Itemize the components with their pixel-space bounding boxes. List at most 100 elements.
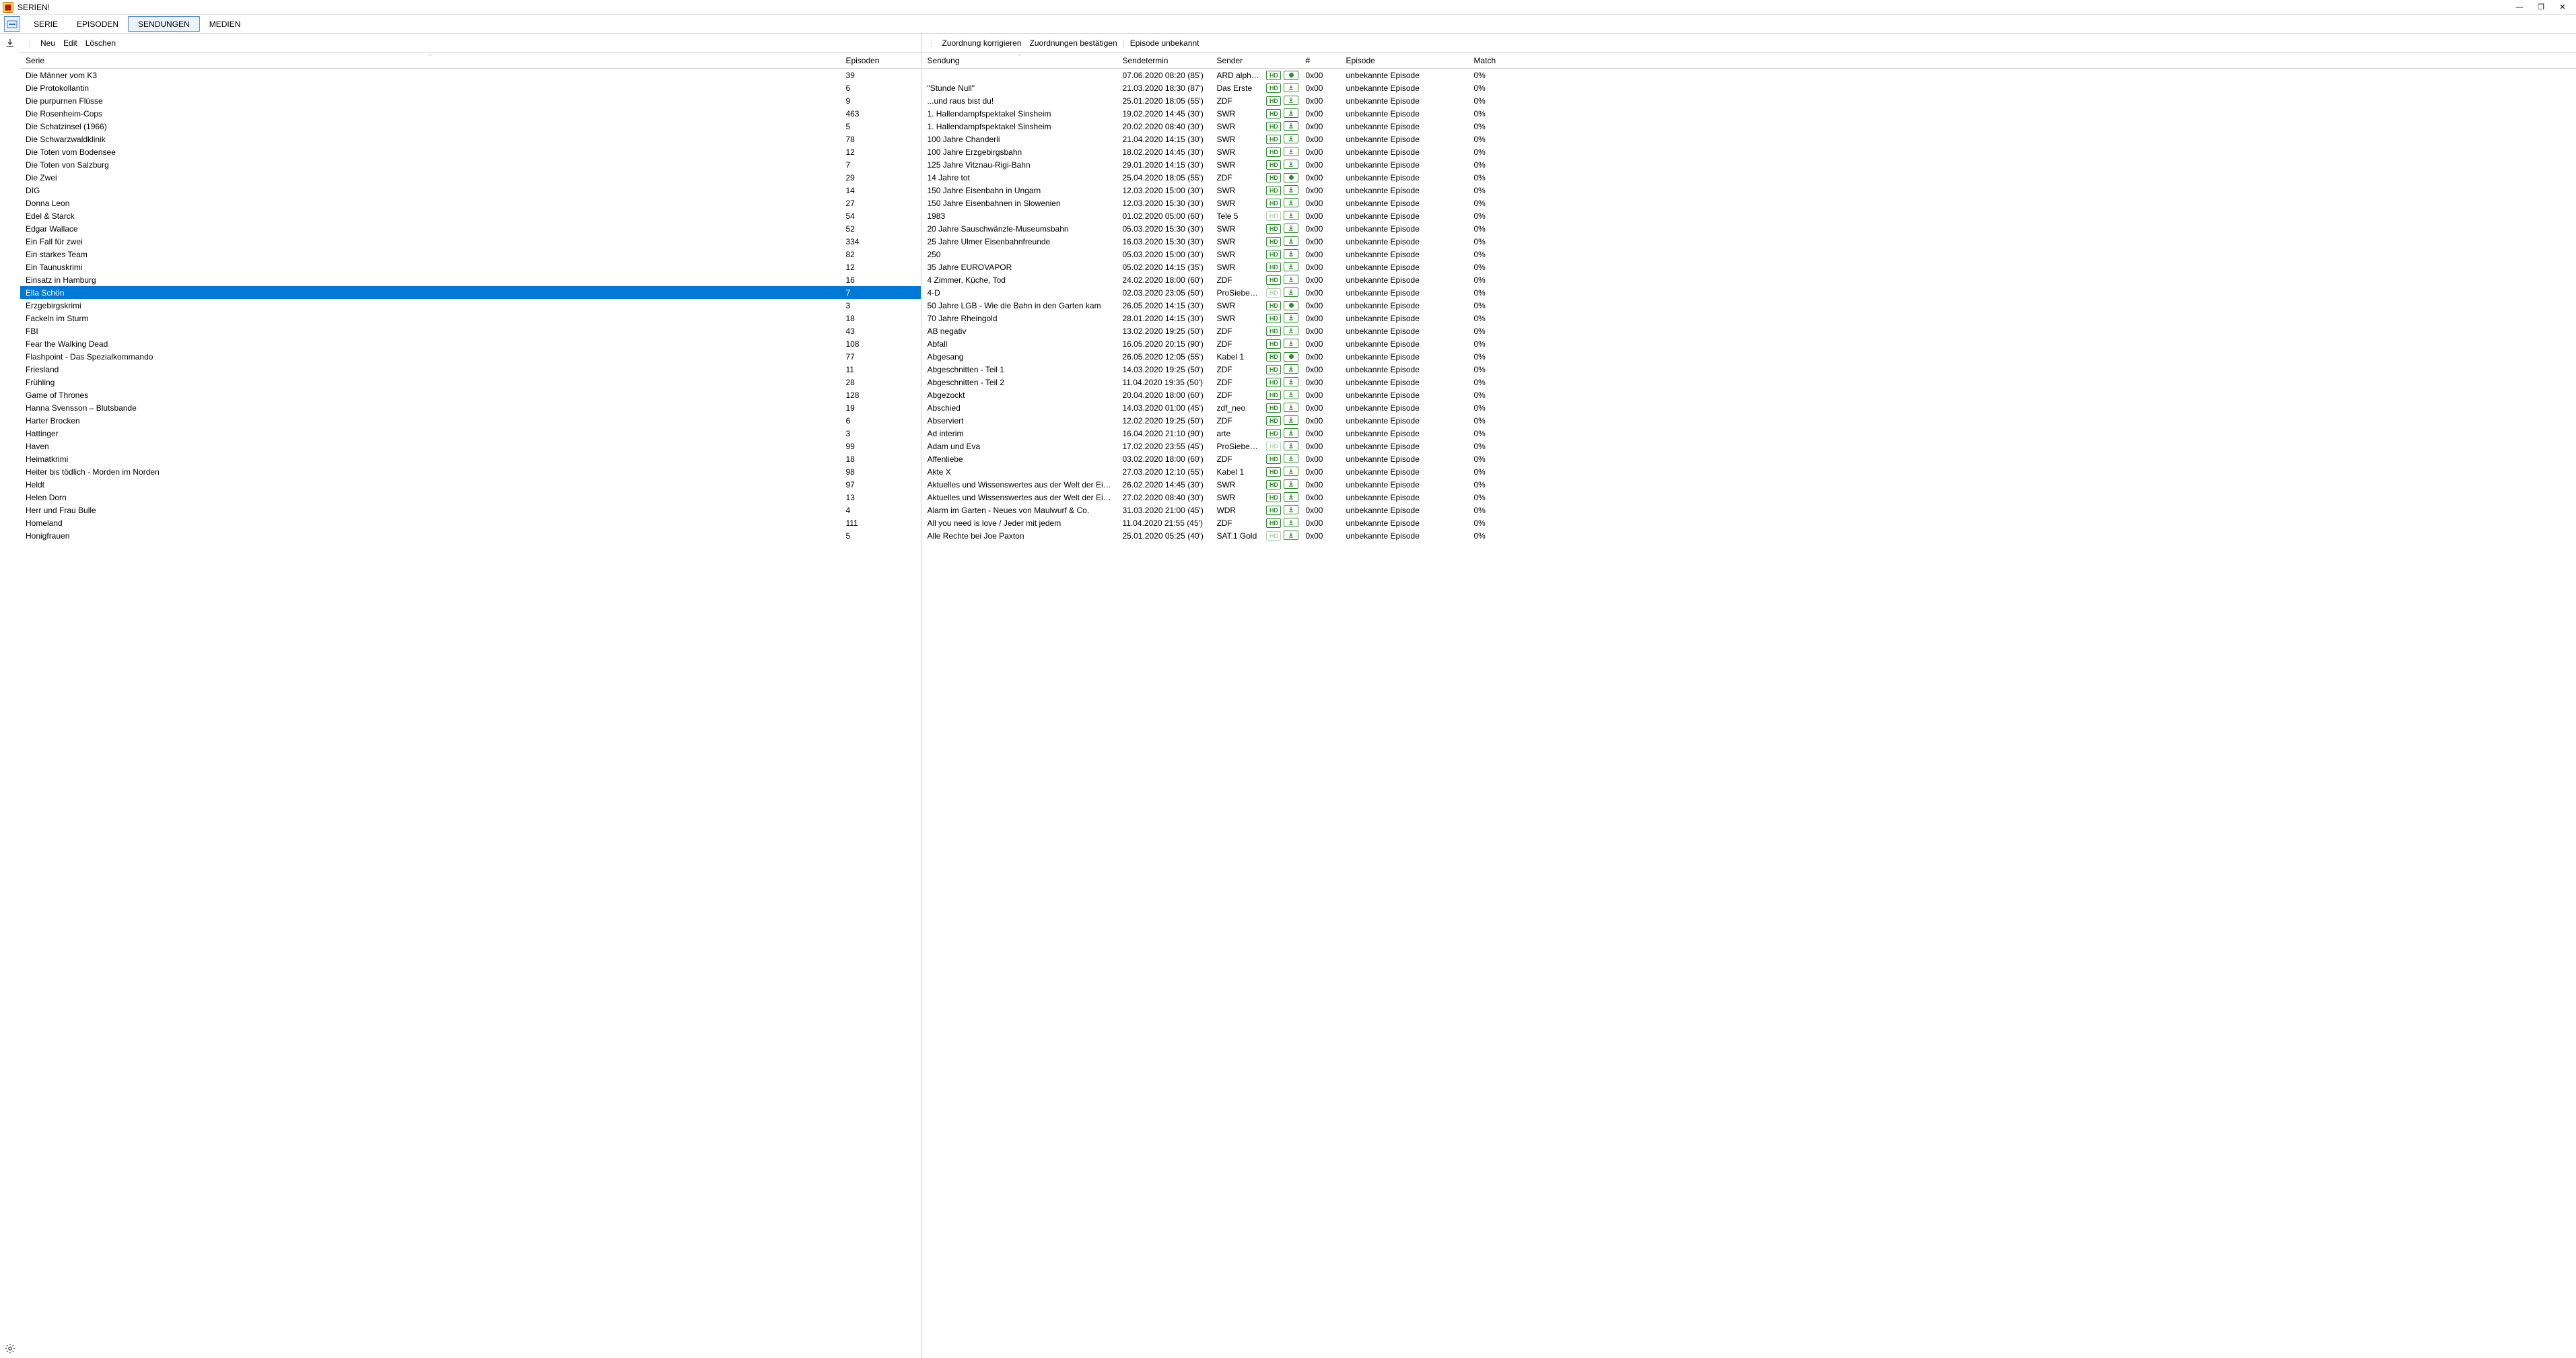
series-row[interactable]: Erzgebirgskrimi3 xyxy=(20,299,921,312)
series-row[interactable]: Fackeln im Sturm18 xyxy=(20,312,921,325)
right-header-num[interactable]: # xyxy=(1300,56,1340,65)
series-row[interactable]: Homeland111 xyxy=(20,516,921,529)
series-row[interactable]: Ella Schön7 xyxy=(20,286,921,299)
series-row[interactable]: Donna Leon27 xyxy=(20,197,921,209)
broadcast-row[interactable]: 1. Hallendampfspektakel Sinsheim19.02.20… xyxy=(921,107,2576,120)
series-row[interactable]: Ein Taunuskrimi12 xyxy=(20,261,921,273)
series-row[interactable]: Ein Fall für zwei334 xyxy=(20,235,921,248)
broadcast-row[interactable]: 25005.03.2020 15:00 (30')SWRHD0x00unbeka… xyxy=(921,248,2576,261)
broadcast-row[interactable]: Alarm im Garten - Neues von Maulwurf & C… xyxy=(921,504,2576,516)
download-icon[interactable] xyxy=(3,36,17,50)
series-row[interactable]: Edgar Wallace52 xyxy=(20,222,921,235)
broadcast-row[interactable]: 198301.02.2020 05:00 (60')Tele 5HD0x00un… xyxy=(921,209,2576,222)
broadcast-row[interactable]: Alle Rechte bei Joe Paxton25.01.2020 05:… xyxy=(921,529,2576,542)
broadcast-row[interactable]: 100 Jahre Erzgebirgsbahn18.02.2020 14:45… xyxy=(921,145,2576,158)
broadcast-row[interactable]: ...und raus bist du!25.01.2020 18:05 (55… xyxy=(921,94,2576,107)
settings-gear-icon[interactable] xyxy=(3,1342,17,1355)
series-row[interactable]: Die purpurnen Flüsse9 xyxy=(20,94,921,107)
series-row[interactable]: Honigfrauen5 xyxy=(20,529,921,542)
series-row[interactable]: DIG14 xyxy=(20,184,921,197)
series-row[interactable]: Harter Brocken6 xyxy=(20,414,921,427)
left-toolbar-edit[interactable]: Edit xyxy=(59,38,81,48)
series-row[interactable]: Hattinger3 xyxy=(20,427,921,440)
broadcast-row[interactable]: Abgesang26.05.2020 12:05 (55')Kabel 1HD0… xyxy=(921,350,2576,363)
series-row[interactable]: Frühling28 xyxy=(20,376,921,388)
broadcast-row[interactable]: Aktuelles und Wissenswertes aus der Welt… xyxy=(921,478,2576,491)
series-row[interactable]: Haven99 xyxy=(20,440,921,452)
series-row[interactable]: Die Schatzinsel (1966)5 xyxy=(20,120,921,133)
broadcast-row[interactable]: "Stunde Null"21.03.2020 18:30 (87')Das E… xyxy=(921,81,2576,94)
menu-item-sendungen[interactable]: SENDUNGEN xyxy=(128,16,200,32)
broadcast-row[interactable]: Affenliebe03.02.2020 18:00 (60')ZDFHD0x0… xyxy=(921,452,2576,465)
series-row[interactable]: Edel & Starck54 xyxy=(20,209,921,222)
broadcast-row[interactable]: 150 Jahre Eisenbahnen in Slowenien12.03.… xyxy=(921,197,2576,209)
series-row[interactable]: Game of Thrones128 xyxy=(20,388,921,401)
broadcast-row[interactable]: Adam und Eva17.02.2020 23:55 (45')ProSie… xyxy=(921,440,2576,452)
series-row[interactable]: Die Protokollantin6 xyxy=(20,81,921,94)
broadcast-row[interactable]: All you need is love / Jeder mit jedem11… xyxy=(921,516,2576,529)
left-toolbar-neu[interactable]: Neu xyxy=(36,38,59,48)
broadcast-row[interactable]: 150 Jahre Eisenbahn in Ungarn12.03.2020 … xyxy=(921,184,2576,197)
series-row[interactable]: Fear the Walking Dead108 xyxy=(20,337,921,350)
right-header-match[interactable]: Match xyxy=(1468,56,2576,65)
series-row[interactable]: Heimatkrimi18 xyxy=(20,452,921,465)
series-row[interactable]: Ein starkes Team82 xyxy=(20,248,921,261)
broadcast-row[interactable]: 07.06.2020 08:20 (85')ARD alpha ...HD0x0… xyxy=(921,69,2576,81)
broadcast-row[interactable]: 100 Jahre Chanderli21.04.2020 14:15 (30'… xyxy=(921,133,2576,145)
broadcast-row[interactable]: Abgezockt20.04.2020 18:00 (60')ZDFHD0x00… xyxy=(921,388,2576,401)
menu-item-serie[interactable]: SERIE xyxy=(24,15,67,33)
broadcast-row[interactable]: Aktuelles und Wissenswertes aus der Welt… xyxy=(921,491,2576,504)
broadcast-row[interactable]: Abfall16.05.2020 20:15 (90')ZDFHD0x00unb… xyxy=(921,337,2576,350)
broadcast-row[interactable]: 125 Jahre Vitznau-Rigi-Bahn29.01.2020 14… xyxy=(921,158,2576,171)
broadcast-row[interactable]: Ad interim16.04.2020 21:10 (90')arteHD0x… xyxy=(921,427,2576,440)
right-header-sendung[interactable]: ˆ Sendung xyxy=(921,56,1117,65)
broadcast-row[interactable]: 4-D02.03.2020 23:05 (50')ProSieben ...HD… xyxy=(921,286,2576,299)
right-toolbar-unbekannt[interactable]: Episode unbekannt xyxy=(1126,38,1204,48)
window-close-button[interactable]: ✕ xyxy=(2552,0,2573,15)
left-table-body[interactable]: Die Männer vom K339Die Protokollantin6Di… xyxy=(20,69,921,1358)
left-header-serie[interactable]: ˆ Serie xyxy=(20,56,840,65)
broadcast-row[interactable]: 70 Jahre Rheingold28.01.2020 14:15 (30')… xyxy=(921,312,2576,325)
series-row[interactable]: FBI43 xyxy=(20,325,921,337)
broadcast-row[interactable]: Abgeschnitten - Teil 211.04.2020 19:35 (… xyxy=(921,376,2576,388)
right-header-episode[interactable]: Episode xyxy=(1340,56,1468,65)
menu-item-medien[interactable]: MEDIEN xyxy=(200,15,250,33)
window-maximize-button[interactable]: ❐ xyxy=(2530,0,2552,15)
series-row[interactable]: Einsatz in Hamburg16 xyxy=(20,273,921,286)
left-toolbar-loeschen[interactable]: Löschen xyxy=(81,38,120,48)
broadcast-row[interactable]: Abserviert12.02.2020 19:25 (50')ZDFHD0x0… xyxy=(921,414,2576,427)
broadcast-row[interactable]: 14 Jahre tot25.04.2020 18:05 (55')ZDFHD0… xyxy=(921,171,2576,184)
broadcast-row[interactable]: Abgeschnitten - Teil 114.03.2020 19:25 (… xyxy=(921,363,2576,376)
series-row[interactable]: Die Toten vom Bodensee12 xyxy=(20,145,921,158)
series-row[interactable]: Die Männer vom K339 xyxy=(20,69,921,81)
broadcast-row[interactable]: 50 Jahre LGB - Wie die Bahn in den Garte… xyxy=(921,299,2576,312)
right-toolbar-korrigieren[interactable]: Zuordnung korrigieren xyxy=(938,38,1025,48)
series-row[interactable]: Die Schwarzwaldklinik78 xyxy=(20,133,921,145)
menu-icon-button[interactable] xyxy=(4,16,20,32)
series-row[interactable]: Heiter bis tödlich - Morden im Norden98 xyxy=(20,465,921,478)
broadcast-row[interactable]: Abschied14.03.2020 01:00 (45')zdf_neoHD0… xyxy=(921,401,2576,414)
broadcast-row[interactable]: AB negativ13.02.2020 19:25 (50')ZDFHD0x0… xyxy=(921,325,2576,337)
right-header-sender[interactable]: Sender xyxy=(1211,56,1265,65)
right-table-body[interactable]: 07.06.2020 08:20 (85')ARD alpha ...HD0x0… xyxy=(921,69,2576,1358)
right-toolbar-bestaetigen[interactable]: Zuordnungen bestätigen xyxy=(1026,38,1121,48)
series-row[interactable]: Friesland11 xyxy=(20,363,921,376)
series-row[interactable]: Heldt97 xyxy=(20,478,921,491)
left-header-episoden[interactable]: Episoden xyxy=(840,56,921,65)
broadcast-row[interactable]: Akte X27.03.2020 12:10 (55')Kabel 1HD0x0… xyxy=(921,465,2576,478)
series-row[interactable]: Helen Dorn13 xyxy=(20,491,921,504)
broadcast-row[interactable]: 20 Jahre Sauschwänzle-Museumsbahn05.03.2… xyxy=(921,222,2576,235)
series-row[interactable]: Hanna Svensson – Blutsbande19 xyxy=(20,401,921,414)
broadcast-row[interactable]: 4 Zimmer, Küche, Tod24.02.2020 18:00 (60… xyxy=(921,273,2576,286)
series-row[interactable]: Herr und Frau Bulle4 xyxy=(20,504,921,516)
series-row[interactable]: Die Toten von Salzburg7 xyxy=(20,158,921,171)
series-row[interactable]: Die Zwei29 xyxy=(20,171,921,184)
series-row[interactable]: Die Rosenheim-Cops463 xyxy=(20,107,921,120)
broadcast-row[interactable]: 1. Hallendampfspektakel Sinsheim20.02.20… xyxy=(921,120,2576,133)
menu-item-episoden[interactable]: EPISODEN xyxy=(67,15,128,33)
broadcast-row[interactable]: 25 Jahre Ulmer Eisenbahnfreunde16.03.202… xyxy=(921,235,2576,248)
window-minimize-button[interactable]: ― xyxy=(2509,0,2530,15)
broadcast-row[interactable]: 35 Jahre EUROVAPOR05.02.2020 14:15 (35')… xyxy=(921,261,2576,273)
series-row[interactable]: Flashpoint - Das Spezialkommando77 xyxy=(20,350,921,363)
right-header-sendetermin[interactable]: Sendetermin xyxy=(1117,56,1211,65)
